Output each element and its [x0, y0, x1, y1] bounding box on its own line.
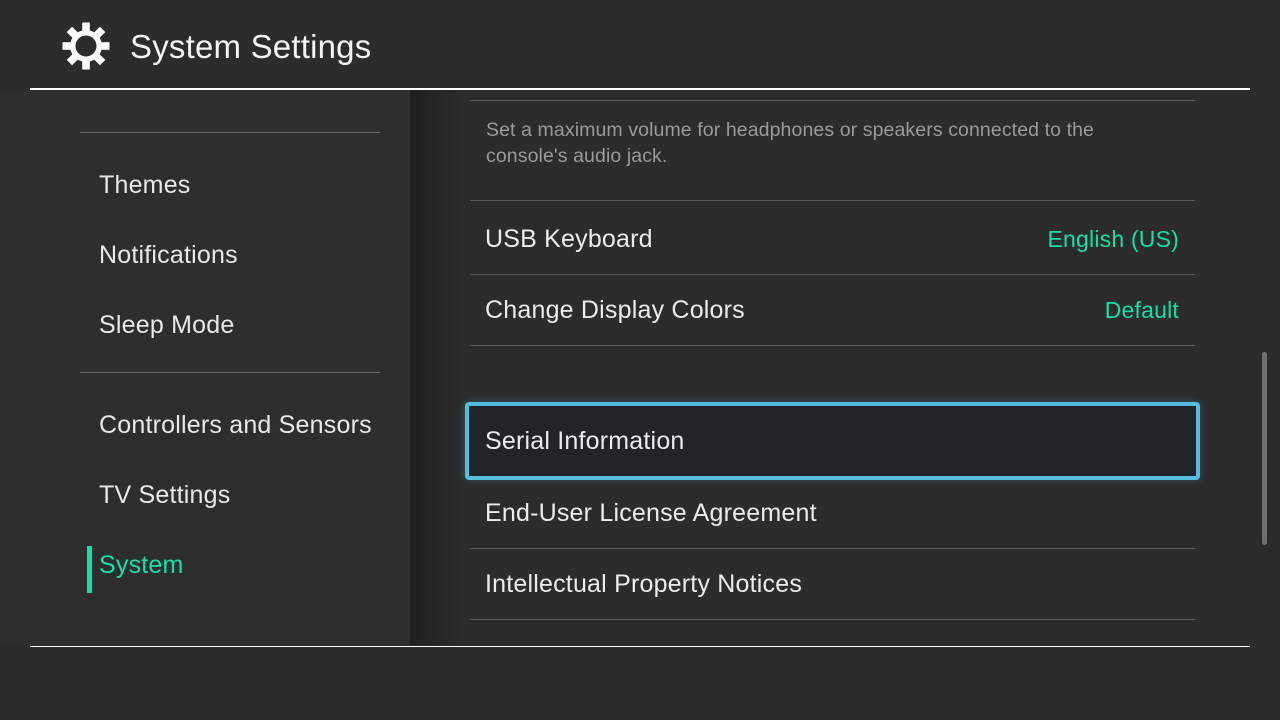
list-item-change-display-colors[interactable]: Change Display Colors Default: [470, 275, 1195, 345]
system-settings-screen: System Settings Themes Notifications Sle…: [0, 0, 1280, 720]
list-divider: [470, 100, 1195, 101]
list-item-label: USB Keyboard: [485, 227, 653, 252]
list-item-value: English (US): [1048, 228, 1180, 251]
sidebar-item-sleep-mode[interactable]: Sleep Mode: [0, 290, 410, 360]
list-item-value: Default: [1105, 299, 1179, 322]
sidebar-item-tv-settings[interactable]: TV Settings: [0, 460, 410, 530]
list-item-intellectual-property-notices[interactable]: Intellectual Property Notices: [470, 549, 1195, 619]
sidebar-divider-top: [80, 132, 380, 133]
settings-list: Set a maximum volume for headphones or s…: [410, 90, 1280, 645]
gear-icon: [62, 22, 110, 70]
sidebar-item-controllers-and-sensors[interactable]: Controllers and Sensors: [0, 390, 410, 460]
setting-description: Set a maximum volume for headphones or s…: [486, 117, 1126, 169]
list-item-usb-keyboard[interactable]: USB Keyboard English (US): [470, 204, 1195, 274]
sidebar-item-label: Sleep Mode: [99, 313, 234, 338]
sidebar-item-system[interactable]: System: [0, 530, 410, 600]
list-item-label: Wireless Earbuds: [485, 643, 684, 646]
sidebar-item-label: Themes: [99, 173, 191, 198]
scrollbar-thumb[interactable]: [1262, 352, 1267, 545]
list-item-label: Serial Information: [485, 429, 685, 454]
page-title: System Settings: [130, 30, 371, 63]
sidebar-item-label: TV Settings: [99, 483, 230, 508]
list-divider: [470, 200, 1195, 201]
sidebar: Themes Notifications Sleep Mode Controll…: [0, 90, 410, 645]
sidebar-item-label: Notifications: [99, 243, 238, 268]
footer-bar: B Back A OK: [0, 647, 1280, 720]
list-item-wireless-earbuds[interactable]: Wireless Earbuds: [470, 620, 1195, 645]
sidebar-active-marker: [87, 546, 92, 593]
list-item-label: Intellectual Property Notices: [485, 572, 802, 597]
header-bar: System Settings: [0, 0, 1280, 90]
sidebar-item-label: System: [99, 553, 184, 578]
list-item-end-user-license-agreement[interactable]: End-User License Agreement: [470, 478, 1195, 548]
scrollbar-track[interactable]: [1262, 110, 1267, 630]
sidebar-item-notifications[interactable]: Notifications: [0, 220, 410, 290]
list-item-label: Change Display Colors: [485, 298, 745, 323]
header-content: System Settings: [62, 22, 371, 70]
sidebar-divider-middle: [80, 372, 380, 373]
list-item-serial-information[interactable]: Serial Information: [465, 402, 1200, 480]
list-item-label: End-User License Agreement: [485, 501, 817, 526]
sidebar-item-themes[interactable]: Themes: [0, 150, 410, 220]
sidebar-item-label: Controllers and Sensors: [99, 413, 372, 438]
list-divider: [470, 345, 1195, 346]
